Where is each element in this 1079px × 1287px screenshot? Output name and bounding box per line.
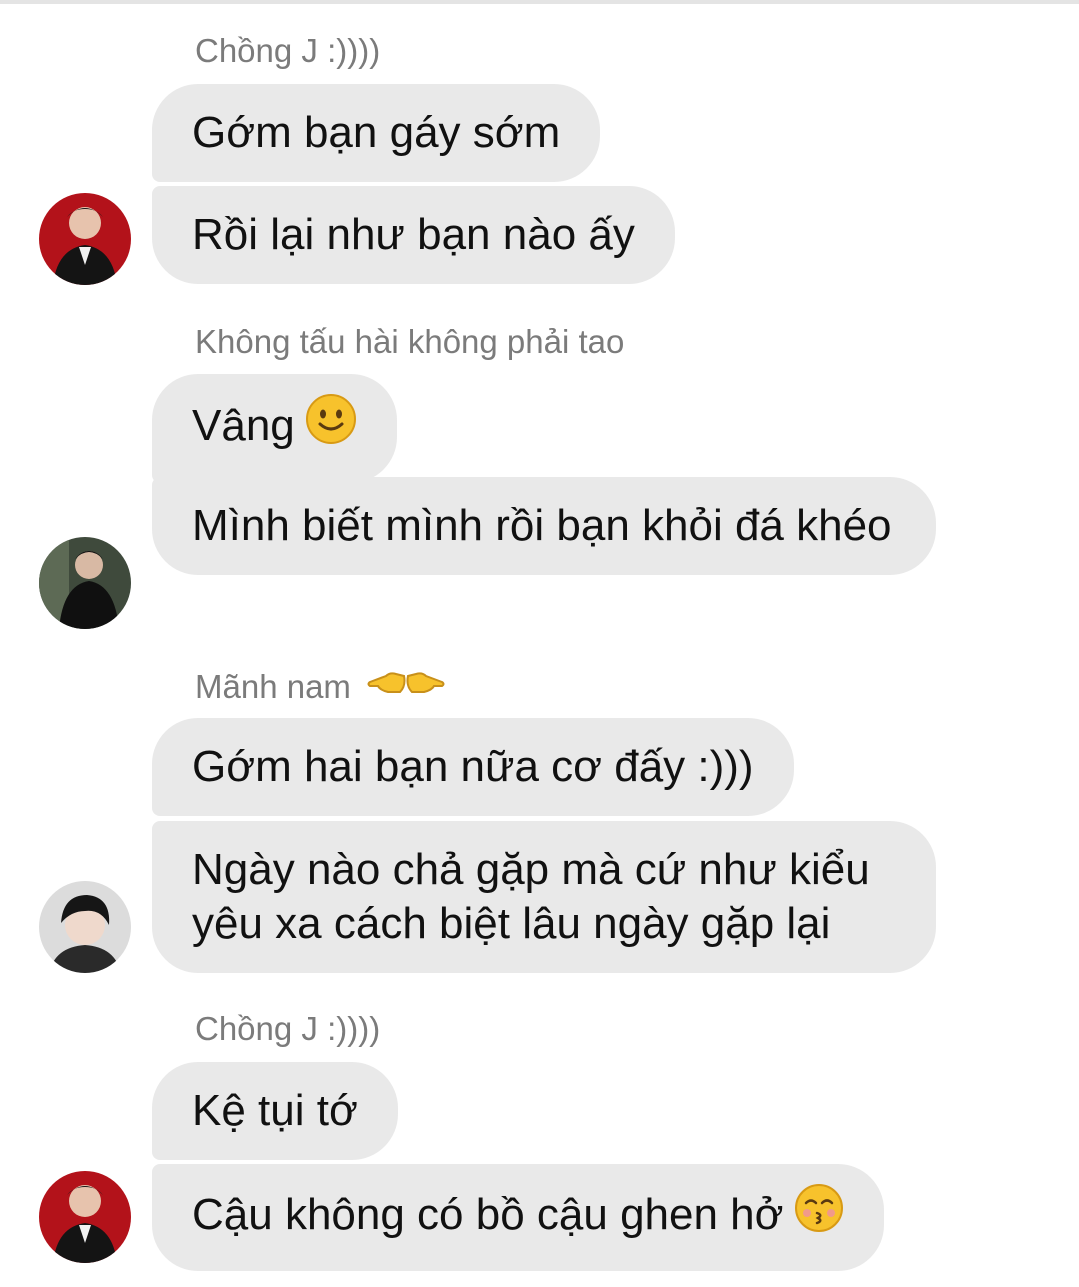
message-bubble[interactable]: Vâng: [152, 374, 397, 483]
avatar-dark-suit-icon[interactable]: [39, 537, 131, 629]
sender-name: Chồng J :)))): [195, 1010, 381, 1047]
message-bubble[interactable]: Kệ tụi tớ: [152, 1062, 398, 1160]
sender-name: Không tấu hài không phải tao: [195, 323, 625, 360]
message-bubble[interactable]: Mình biết mình rồi bạn khỏi đá khéo: [152, 477, 936, 575]
message-bubble[interactable]: Gớm hai bạn nữa cơ đấy :))): [152, 718, 794, 816]
sender-name-text: Mãnh nam: [195, 668, 351, 706]
slightly-smiling-face-icon: [305, 393, 357, 458]
message-text: Vâng: [192, 401, 295, 451]
avatar-dark-hair-icon[interactable]: [39, 881, 131, 973]
avatar-red-suit-icon[interactable]: [39, 1171, 131, 1263]
message-bubble[interactable]: Ngày nào chả gặp mà cứ như kiểu yêu xa c…: [152, 821, 936, 973]
kissing-face-icon: [794, 1183, 844, 1246]
message-bubble[interactable]: Rồi lại như bạn nào ấy: [152, 186, 675, 284]
sender-name: Mãnh nam: [195, 666, 446, 713]
message-bubble[interactable]: Gớm bạn gáy sớm: [152, 84, 601, 182]
top-divider: [0, 0, 1079, 4]
pointing-hands-icon: [366, 664, 446, 711]
message-text: Cậu không có bồ cậu ghen hở: [192, 1190, 784, 1240]
message-bubble[interactable]: Cậu không có bồ cậu ghen hở: [152, 1164, 884, 1271]
chat-screen: Chồng J :)))) Gớm bạn gáy sớm Rồi lại nh…: [0, 0, 1079, 1287]
avatar-red-suit-icon[interactable]: [39, 193, 131, 285]
sender-name: Chồng J :)))): [195, 32, 381, 69]
